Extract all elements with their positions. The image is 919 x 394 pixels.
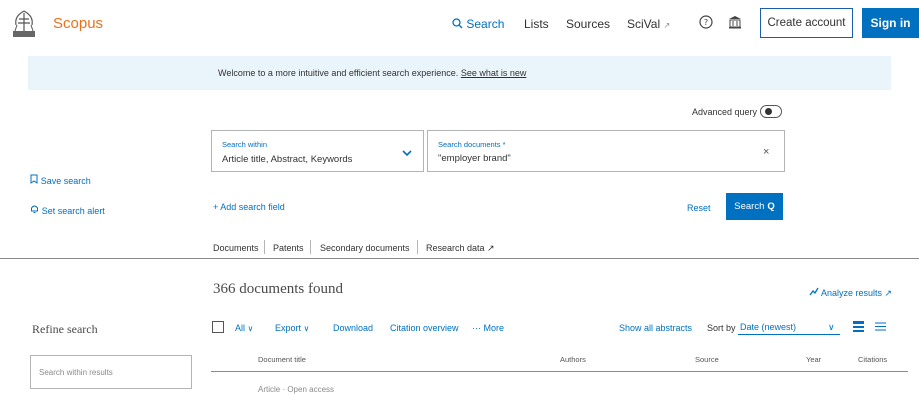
sort-select[interactable]: Date (newest) [738,319,840,335]
search-within-label: Search within [222,140,268,149]
nav-sources[interactable]: Sources [566,17,610,31]
column-year[interactable]: Year [806,355,821,364]
elsevier-logo-icon[interactable] [7,7,41,41]
bookmark-icon [30,174,41,187]
nav-search[interactable]: Search [452,17,504,31]
search-within-value: Article title, Abstract, Keywords [222,154,353,165]
results-count: 366 documents found [213,281,343,297]
search-icon [452,17,466,31]
nav-scival-label: SciVal [627,17,661,31]
institution-icon[interactable] [726,13,744,31]
search-button-label: Search [734,201,765,212]
download-button[interactable]: Download [333,323,373,333]
refine-search-input[interactable]: Search within results [30,355,192,389]
tab-divider [264,240,265,254]
search-within-select[interactable]: Search within Article title, Abstract, K… [211,130,424,172]
banner-link[interactable]: See what is new [461,68,527,78]
search-documents-value: "employer brand" [438,153,511,164]
tab-divider [310,240,311,254]
search-documents-label: Search documents * [438,140,506,149]
export-dropdown[interactable]: Export ∨ [275,323,309,333]
search-documents-field[interactable]: Search documents * "employer brand" [427,130,785,172]
column-authors[interactable]: Authors [560,355,586,364]
analyze-icon [809,287,821,298]
chevron-down-icon: ∨ [303,324,310,333]
more-menu[interactable]: ··· More [472,323,504,333]
nav-lists[interactable]: Lists [524,17,549,31]
analyze-results-link[interactable]: Analyze results ↗ [809,287,892,299]
column-citations[interactable]: Citations [858,355,887,364]
chevron-down-icon[interactable]: ∨ [828,322,835,333]
bell-icon [30,205,42,217]
search-button[interactable]: Search Q [726,193,783,220]
set-alert-label: Set search alert [41,206,105,216]
nav-search-label: Search [466,17,505,31]
toggle-knob [765,108,772,115]
chevron-down-icon: ∨ [247,324,254,333]
tab-secondary-documents[interactable]: Secondary documents [320,243,410,253]
show-all-abstracts-link[interactable]: Show all abstracts [619,323,692,333]
add-search-field-link[interactable]: + Add search field [213,202,285,212]
brand-name[interactable]: Scopus [53,15,103,32]
search-button-icon: Q [767,201,775,212]
chevron-down-icon[interactable] [401,145,413,157]
refine-search-title: Refine search [32,322,98,336]
tab-divider [417,240,418,254]
sort-by-label: Sort by [707,323,736,333]
banner-text: Welcome to a more intuitive and efficien… [218,68,459,78]
section-divider [0,258,919,259]
close-icon[interactable]: × [763,146,769,158]
all-label: All [235,323,246,333]
reset-link[interactable]: Reset [687,203,711,213]
save-search-link[interactable]: Save search [30,171,91,189]
analyze-results-label: Analyze results ↗ [821,288,893,298]
help-icon[interactable]: ? [697,13,715,31]
svg-text:?: ? [704,18,708,27]
nav-scival[interactable]: SciVal ↗ [627,17,670,31]
select-all-checkbox[interactable] [212,321,224,333]
save-search-label: Save search [40,176,91,186]
grid-view-icon[interactable] [874,320,887,333]
tab-documents[interactable]: Documents [213,243,259,253]
tab-research-data[interactable]: Research data ↗ [426,243,495,254]
column-source[interactable]: Source [695,355,719,364]
column-document-title[interactable]: Document title [258,355,306,364]
export-label: Export [275,323,302,333]
set-alert-link[interactable]: Set search alert [30,201,105,219]
tab-patents[interactable]: Patents [273,243,304,253]
external-link-icon: ↗ [663,21,671,30]
all-dropdown[interactable]: All ∨ [235,323,253,333]
list-view-icon[interactable] [852,320,865,333]
citation-overview-button[interactable]: Citation overview [390,323,459,333]
create-account-button[interactable]: Create account [760,8,853,38]
table-header-divider [211,371,908,372]
banner-message: Welcome to a more intuitive and efficien… [218,68,526,78]
sign-in-button[interactable]: Sign in [862,8,919,38]
advanced-query-label: Advanced query [692,107,758,117]
